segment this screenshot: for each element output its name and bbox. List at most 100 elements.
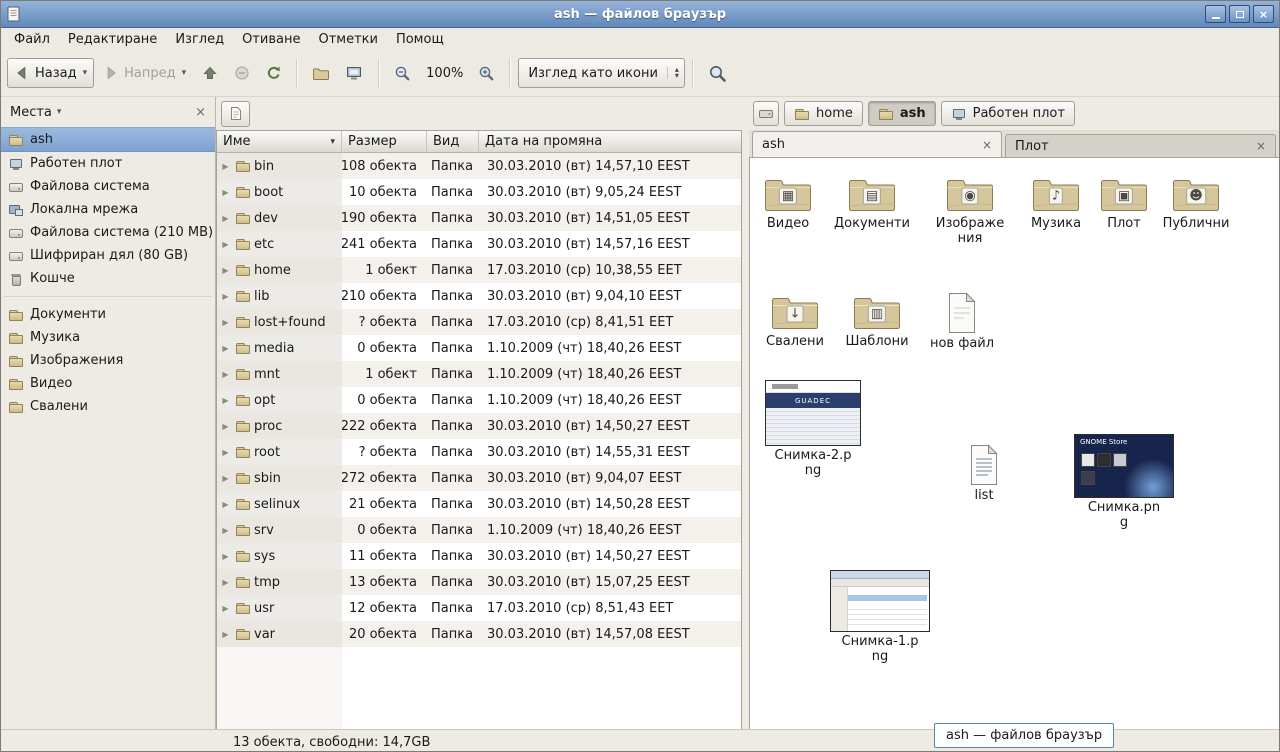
- search-button[interactable]: [701, 58, 734, 88]
- icon-view-item[interactable]: ☻Публични: [1158, 174, 1234, 232]
- table-row[interactable]: ▶opt0 обектаПапка1.10.2009 (чт) 18,40,26…: [217, 387, 741, 413]
- expander-icon[interactable]: ▶: [219, 292, 232, 301]
- sidebar-item[interactable]: Музика: [1, 326, 215, 349]
- icon-view-item[interactable]: Снимка-1.png: [828, 570, 932, 664]
- close-button[interactable]: ×: [1253, 5, 1274, 23]
- sidebar-title[interactable]: Места: [10, 105, 52, 120]
- table-row[interactable]: ▶root? обектаПапка30.03.2010 (вт) 14,55,…: [217, 439, 741, 465]
- zoom-out-button[interactable]: [387, 58, 418, 88]
- expander-icon[interactable]: ▶: [219, 344, 232, 353]
- icon-view-item[interactable]: ▥Шаблони: [839, 292, 915, 350]
- icon-view-item[interactable]: ▣Плот: [1086, 174, 1162, 232]
- table-row[interactable]: ▶srv0 обектаПапка1.10.2009 (чт) 18,40,26…: [217, 517, 741, 543]
- table-row[interactable]: ▶sys11 обектаПапка30.03.2010 (вт) 14,50,…: [217, 543, 741, 569]
- tab-ash[interactable]: ash ×: [752, 131, 1002, 157]
- sidebar-item[interactable]: Локална мрежа: [1, 198, 215, 221]
- icon-view[interactable]: ▦Видео▤Документи ◉Изображения♪Музика▣Плот…: [749, 158, 1279, 729]
- table-row[interactable]: ▶mnt1 обектПапка1.10.2009 (чт) 18,40,26 …: [217, 361, 741, 387]
- menu-item-bookmarks[interactable]: Отметки: [309, 30, 386, 49]
- titlebar[interactable]: ash — файлов браузър ×: [1, 1, 1279, 28]
- column-header-modified[interactable]: Дата на промяна: [479, 131, 741, 153]
- tab-close-icon[interactable]: ×: [1256, 140, 1266, 152]
- expander-icon[interactable]: ▶: [219, 448, 232, 457]
- sidebar-close-icon[interactable]: ×: [195, 105, 206, 120]
- table-row[interactable]: ▶lost+found? обектаПапка17.03.2010 (ср) …: [217, 309, 741, 335]
- expander-icon[interactable]: ▶: [219, 604, 232, 613]
- sidebar-item[interactable]: Свалени: [1, 395, 215, 418]
- sidebar-item[interactable]: Документи: [1, 303, 215, 326]
- sidebar-item[interactable]: Изображения: [1, 349, 215, 372]
- sidebar-item[interactable]: Файлова система (210 MB): [1, 221, 215, 244]
- expander-icon[interactable]: ▶: [219, 240, 232, 249]
- menu-item-edit[interactable]: Редактиране: [59, 30, 166, 49]
- expander-icon[interactable]: ▶: [219, 422, 232, 431]
- icon-view-item[interactable]: ♪Музика: [1018, 174, 1094, 232]
- menu-item-view[interactable]: Изглед: [166, 30, 233, 49]
- table-row[interactable]: ▶dev190 обектаПапка30.03.2010 (вт) 14,51…: [217, 205, 741, 231]
- table-row[interactable]: ▶bin108 обектаПапка30.03.2010 (вт) 14,57…: [217, 153, 741, 179]
- computer-button[interactable]: [339, 58, 371, 88]
- expander-icon[interactable]: ▶: [219, 370, 232, 379]
- expander-icon[interactable]: ▶: [219, 500, 232, 509]
- column-header-name[interactable]: Име ▾: [217, 131, 342, 153]
- up-button[interactable]: [195, 58, 225, 88]
- table-row[interactable]: ▶proc222 обектаПапка30.03.2010 (вт) 14,5…: [217, 413, 741, 439]
- icon-view-item[interactable]: ↓Свалени: [757, 292, 833, 350]
- forward-button[interactable]: Напред ▾: [96, 58, 193, 88]
- column-header-type[interactable]: Вид: [427, 131, 479, 153]
- view-mode-select[interactable]: Изглед като икони ▴▾: [518, 58, 685, 88]
- table-row[interactable]: ▶boot10 обектаПапка30.03.2010 (вт) 9,05,…: [217, 179, 741, 205]
- expander-icon[interactable]: ▶: [219, 552, 232, 561]
- icon-view-item[interactable]: list: [946, 444, 1022, 504]
- icon-view-item[interactable]: GNOME StoreСнимка.png: [1072, 434, 1176, 530]
- menu-item-file[interactable]: Файл: [5, 30, 59, 49]
- combo-arrows-icon[interactable]: ▴▾: [667, 67, 679, 79]
- back-button[interactable]: Назад ▾: [7, 58, 94, 88]
- table-row[interactable]: ▶media0 обектаПапка1.10.2009 (чт) 18,40,…: [217, 335, 741, 361]
- icon-view-item[interactable]: ▤Документи: [834, 174, 910, 232]
- sidebar-item[interactable]: Работен плот: [1, 152, 215, 175]
- menu-item-go[interactable]: Отиване: [233, 30, 309, 49]
- home-button[interactable]: [305, 58, 337, 88]
- table-row[interactable]: ▶home1 обектПапка17.03.2010 (ср) 10,38,5…: [217, 257, 741, 283]
- zoom-in-button[interactable]: [471, 58, 502, 88]
- minimize-button[interactable]: [1205, 5, 1226, 23]
- expander-icon[interactable]: ▶: [219, 162, 232, 171]
- stop-button[interactable]: [227, 58, 257, 88]
- expander-icon[interactable]: ▶: [219, 474, 232, 483]
- path-button-ash[interactable]: ash: [868, 101, 936, 126]
- table-row[interactable]: ▶var20 обектаПапка30.03.2010 (вт) 14,57,…: [217, 621, 741, 647]
- location-toggle-button[interactable]: [221, 101, 250, 127]
- expander-icon[interactable]: ▶: [219, 188, 232, 197]
- table-row[interactable]: ▶usr12 обектаПапка17.03.2010 (ср) 8,51,4…: [217, 595, 741, 621]
- expander-icon[interactable]: ▶: [219, 396, 232, 405]
- sidebar-item[interactable]: Файлова система: [1, 175, 215, 198]
- chevron-down-icon[interactable]: ▾: [83, 68, 88, 78]
- expander-icon[interactable]: ▶: [219, 318, 232, 327]
- icon-view-item[interactable]: GUADECСнимка-2.png: [761, 380, 865, 478]
- pane-splitter[interactable]: [742, 97, 749, 729]
- sidebar-item[interactable]: ash: [1, 127, 215, 152]
- chevron-down-icon[interactable]: ▾: [57, 107, 62, 117]
- menu-item-help[interactable]: Помощ: [387, 30, 453, 49]
- table-row[interactable]: ▶selinux21 обектаПапка30.03.2010 (вт) 14…: [217, 491, 741, 517]
- table-row[interactable]: ▶sbin272 обектаПапка30.03.2010 (вт) 9,04…: [217, 465, 741, 491]
- reload-button[interactable]: [259, 58, 289, 88]
- table-row[interactable]: ▶lib210 обектаПапка30.03.2010 (вт) 9,04,…: [217, 283, 741, 309]
- sidebar-item[interactable]: Шифриран дял (80 GB): [1, 244, 215, 267]
- column-header-size[interactable]: Размер: [342, 131, 427, 153]
- sidebar-item[interactable]: Видео: [1, 372, 215, 395]
- expander-icon[interactable]: ▶: [219, 526, 232, 535]
- path-root-button[interactable]: [753, 101, 779, 126]
- tab-close-icon[interactable]: ×: [982, 139, 992, 151]
- expander-icon[interactable]: ▶: [219, 266, 232, 275]
- maximize-button[interactable]: [1229, 5, 1250, 23]
- sidebar-item[interactable]: Кошче: [1, 267, 215, 290]
- expander-icon[interactable]: ▶: [219, 578, 232, 587]
- icon-view-item[interactable]: ▦Видео: [750, 174, 826, 232]
- tab-plot[interactable]: Плот ×: [1005, 134, 1276, 157]
- table-row[interactable]: ▶tmp13 обектаПапка30.03.2010 (вт) 15,07,…: [217, 569, 741, 595]
- icon-view-item[interactable]: ◉Изображения: [932, 174, 1008, 246]
- expander-icon[interactable]: ▶: [219, 214, 232, 223]
- expander-icon[interactable]: ▶: [219, 630, 232, 639]
